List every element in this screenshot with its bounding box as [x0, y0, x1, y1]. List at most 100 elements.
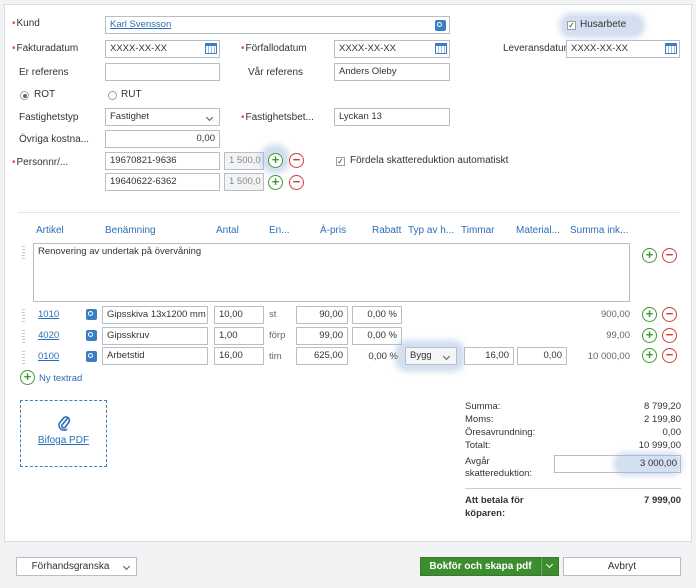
col-timmar[interactable]: Timmar [461, 225, 495, 236]
rabatt-input[interactable]: 0,00 % [352, 327, 402, 345]
artikel-link[interactable]: 1010 [38, 309, 59, 320]
text-row-input[interactable]: Renovering av undertak på övervåning [33, 243, 630, 302]
calendar-icon[interactable] [205, 43, 217, 54]
rut-label: RUT [121, 89, 142, 100]
benamning-input[interactable]: Arbetstid [102, 347, 208, 365]
antal-input[interactable]: 1,00 [214, 327, 264, 345]
col-rabatt[interactable]: Rabatt [372, 225, 401, 236]
add-row-icon[interactable]: + [642, 348, 657, 363]
husarbete-checkbox[interactable]: ✓ [567, 21, 576, 30]
col-summa[interactable]: Summa ink... [570, 225, 628, 236]
book-button-label: Bokför och skapa pdf [429, 561, 532, 572]
add-person-icon[interactable]: + [268, 153, 283, 168]
article-lookup-icon[interactable] [86, 330, 97, 341]
rot-radio[interactable] [20, 91, 29, 100]
book-options-dropdown[interactable] [541, 557, 559, 576]
col-benamning[interactable]: Benämning [105, 225, 156, 236]
apris-input[interactable]: 625,00 [296, 347, 348, 365]
drag-handle[interactable] [22, 330, 25, 344]
cancel-button[interactable]: Avbryt [563, 557, 681, 576]
attach-pdf-link[interactable]: Bifoga PDF [21, 435, 106, 446]
fakturadatum-label: Fakturadatum [12, 43, 79, 54]
summary-avgar-label-2: skattereduktion: [465, 468, 533, 479]
fakturadatum-input[interactable]: XXXX-XX-XX [105, 40, 220, 58]
remove-person-icon[interactable]: − [289, 153, 304, 168]
personnr-input[interactable]: 19640622-6362 [105, 173, 220, 191]
rut-radio[interactable] [108, 91, 117, 100]
article-lookup-icon[interactable] [86, 309, 97, 320]
col-artikel[interactable]: Artikel [36, 225, 64, 236]
summa-value: 10 000,00 [587, 351, 630, 362]
antal-input[interactable]: 16,00 [214, 347, 264, 365]
fordela-checkbox[interactable]: ✓ [336, 157, 345, 166]
er-referens-label: Er referens [19, 67, 69, 78]
col-enhet[interactable]: En... [269, 225, 290, 236]
person-amount-input[interactable]: 1 500,0 [224, 173, 264, 191]
add-person-icon[interactable]: + [268, 175, 283, 190]
customer-lookup-icon[interactable] [435, 20, 446, 31]
forfallodatum-label: Förfallodatum [241, 43, 307, 54]
var-referens-input[interactable]: Anders Oleby [334, 63, 450, 81]
material-input[interactable]: 0,00 [517, 347, 567, 365]
calendar-icon[interactable] [665, 43, 677, 54]
er-referens-input[interactable] [105, 63, 220, 81]
col-typ[interactable]: Typ av h... [408, 225, 454, 236]
leveransdatum-input[interactable]: XXXX-XX-XX [566, 40, 680, 58]
new-textrow-link[interactable]: Ny textrad [39, 373, 82, 384]
antal-input[interactable]: 10,00 [214, 306, 264, 324]
remove-person-icon[interactable]: − [289, 175, 304, 190]
husarbete-label: Husarbete [580, 19, 627, 30]
add-row-icon[interactable]: + [642, 307, 657, 322]
leveransdatum-label: Leveransdatum [503, 43, 572, 54]
drag-handle[interactable] [22, 246, 25, 260]
add-row-icon[interactable]: + [642, 328, 657, 343]
preview-button-label: Förhandsgranska [31, 561, 110, 572]
artikel-link[interactable]: 0100 [38, 351, 59, 362]
attach-pdf-dropzone[interactable]: Bifoga PDF [20, 400, 107, 467]
ovriga-input[interactable]: 0,00 [105, 130, 220, 148]
artikel-link[interactable]: 4020 [38, 330, 59, 341]
benamning-input[interactable]: Gipsskruv [102, 327, 208, 345]
typ-select[interactable]: Bygg [405, 347, 457, 365]
drag-handle[interactable] [22, 351, 25, 365]
article-lookup-icon[interactable] [86, 351, 97, 362]
table-row-artikel: 1010 [38, 309, 59, 320]
col-apris[interactable]: À-pris [320, 225, 346, 236]
book-and-create-pdf-button[interactable]: Bokför och skapa pdf [420, 557, 541, 576]
calendar-icon[interactable] [435, 43, 447, 54]
fastighetstyp-label: Fastighetstyp [19, 112, 79, 123]
kund-link[interactable]: Karl Svensson [110, 19, 171, 30]
att-betala-value: 7 999,00 [644, 495, 681, 506]
rabatt-input[interactable]: 0,00 % [352, 306, 402, 324]
preview-button[interactable]: Förhandsgranska [16, 557, 137, 576]
timmar-input[interactable]: 16,00 [464, 347, 514, 365]
fastighetstyp-select[interactable]: Fastighet [105, 108, 220, 126]
kund-field[interactable]: Karl Svensson [105, 16, 450, 34]
remove-row-icon[interactable]: − [662, 328, 677, 343]
att-betala-label-2: köparen: [465, 508, 506, 519]
col-antal[interactable]: Antal [216, 225, 239, 236]
apris-input[interactable]: 90,00 [296, 306, 348, 324]
col-material[interactable]: Material... [516, 225, 560, 236]
personnr-label: Personnr/... [12, 157, 69, 168]
table-row-artikel: 0100 [38, 351, 59, 362]
ovriga-label: Övriga kostna... [19, 134, 90, 145]
remove-row-icon[interactable]: − [662, 248, 677, 263]
remove-row-icon[interactable]: − [662, 348, 677, 363]
apris-input[interactable]: 99,00 [296, 327, 348, 345]
summary-avgar-label: Avgår [465, 456, 490, 467]
fastighetsbet-input[interactable]: Lyckan 13 [334, 108, 450, 126]
add-textrow-icon[interactable]: + [20, 370, 35, 385]
forfallodatum-input[interactable]: XXXX-XX-XX [334, 40, 450, 58]
drag-handle[interactable] [22, 309, 25, 323]
personnr-input[interactable]: 19670821-9636 [105, 152, 220, 170]
add-row-icon[interactable]: + [642, 248, 657, 263]
var-referens-label: Vår referens [248, 67, 304, 78]
remove-row-icon[interactable]: − [662, 307, 677, 322]
chevron-down-icon [545, 560, 554, 569]
benamning-input[interactable]: Gipsskiva 13x1200 mm [102, 306, 208, 324]
rot-label: ROT [34, 89, 56, 100]
summa-value: 900,00 [600, 309, 630, 320]
person-amount-input[interactable]: 1 500,0 [224, 152, 264, 170]
cancel-button-label: Avbryt [607, 561, 637, 572]
